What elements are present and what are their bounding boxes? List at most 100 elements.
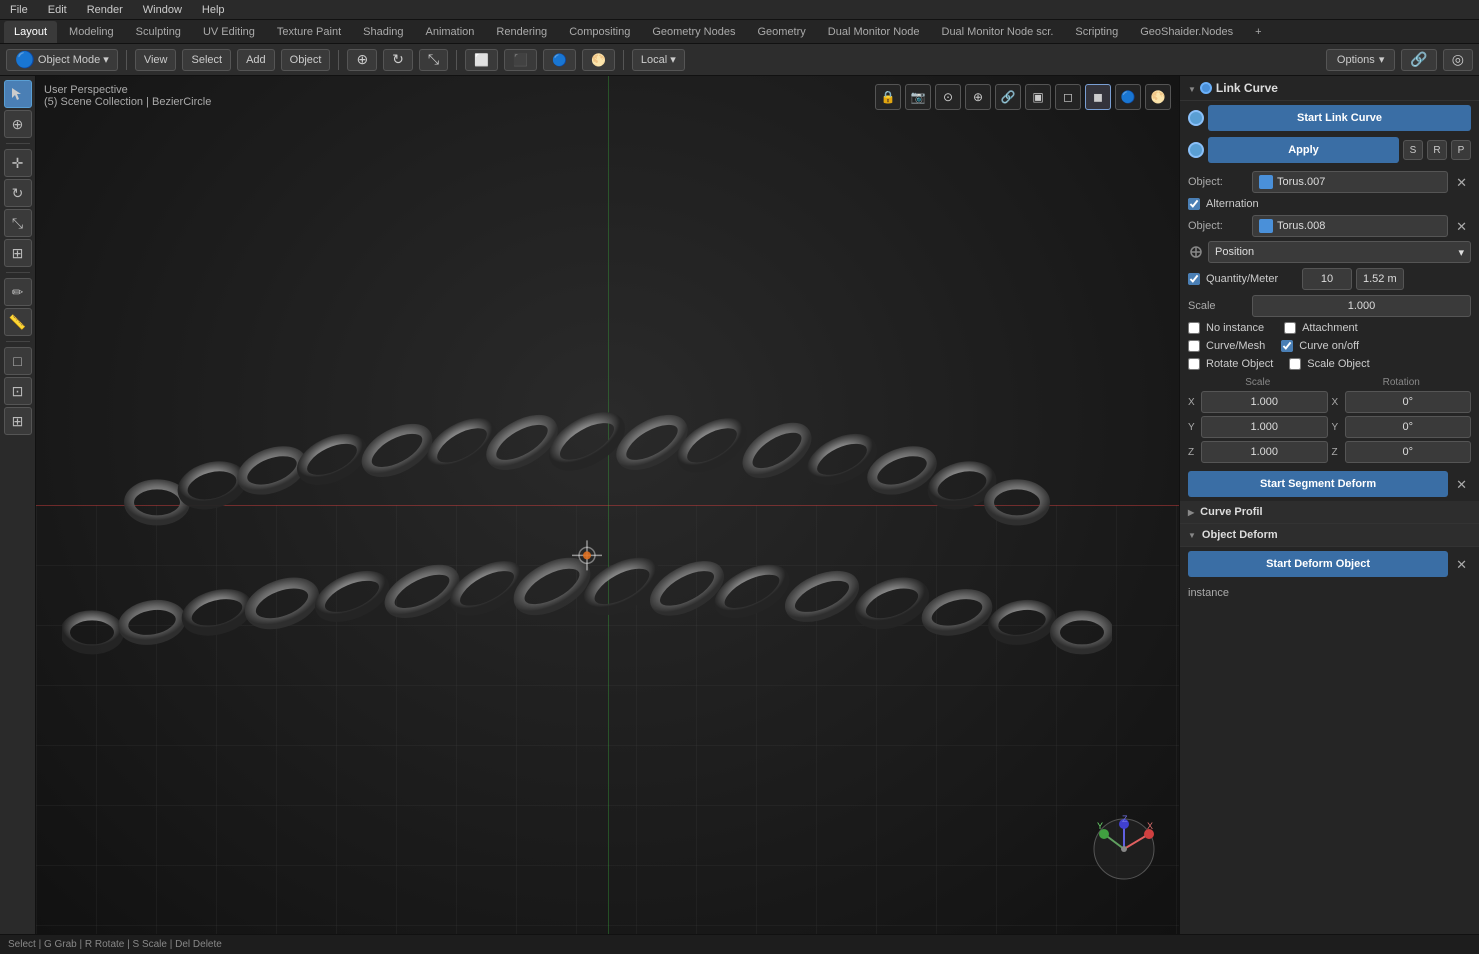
object-menu[interactable]: Object bbox=[281, 49, 331, 71]
position-dropdown[interactable]: Position ▾ bbox=[1208, 241, 1471, 263]
measure-tool[interactable]: 📏 bbox=[4, 308, 32, 336]
viewport[interactable]: User Perspective (5) Scene Collection | … bbox=[36, 76, 1179, 934]
tab-dual-monitor-node[interactable]: Dual Monitor Node bbox=[818, 21, 930, 43]
viewport-shading-render[interactable]: 🌕 bbox=[1145, 84, 1171, 110]
rotate-object-checkbox[interactable] bbox=[1188, 358, 1200, 370]
start-segment-deform-close-btn[interactable]: ✕ bbox=[1452, 478, 1471, 491]
s-button[interactable]: S bbox=[1403, 140, 1423, 160]
shading-mat[interactable]: 🔵 bbox=[543, 49, 576, 71]
cursor-tool[interactable]: ⊕ bbox=[4, 110, 32, 138]
shading-solid[interactable]: ⬛ bbox=[504, 49, 537, 71]
object1-field[interactable]: Torus.007 bbox=[1252, 171, 1448, 193]
viewport-overlay-btn[interactable]: ⊙ bbox=[935, 84, 961, 110]
viewport-lock-btn[interactable]: 🔒 bbox=[875, 84, 901, 110]
local-dropdown[interactable]: Local ▾ bbox=[632, 49, 685, 71]
rotation-z-input[interactable]: 0° bbox=[1345, 441, 1472, 463]
proportional-btn[interactable]: ◎ bbox=[1443, 49, 1473, 71]
tab-geometry[interactable]: Geometry bbox=[747, 21, 815, 43]
rotate-btn[interactable]: ↻ bbox=[383, 49, 413, 71]
tab-modeling[interactable]: Modeling bbox=[59, 21, 124, 43]
menu-render[interactable]: Render bbox=[83, 3, 127, 17]
viewport-gizmo-btn[interactable]: ⊕ bbox=[965, 84, 991, 110]
apply-button[interactable]: Apply bbox=[1208, 137, 1399, 163]
snap-btn[interactable]: 🔗 bbox=[1401, 49, 1436, 71]
history-tool[interactable]: ⊞ bbox=[4, 407, 32, 435]
tab-geoshaider-nodes[interactable]: GeoShaider.Nodes bbox=[1130, 21, 1243, 43]
object2-close-btn[interactable]: ✕ bbox=[1452, 220, 1471, 233]
add-quad-tool[interactable]: ⊡ bbox=[4, 377, 32, 405]
viewport-shading-wire[interactable]: ◻ bbox=[1055, 84, 1081, 110]
shading-render[interactable]: 🌕 bbox=[582, 49, 615, 71]
start-link-curve-button[interactable]: Start Link Curve bbox=[1208, 105, 1471, 131]
scale-x-label: X bbox=[1188, 397, 1198, 408]
annotate-tool[interactable]: ✏ bbox=[4, 278, 32, 306]
object-deform-header[interactable]: Object Deform bbox=[1180, 524, 1479, 547]
menu-edit[interactable]: Edit bbox=[44, 3, 71, 17]
add-menu[interactable]: Add bbox=[237, 49, 275, 71]
rotate-tool[interactable]: ↻ bbox=[4, 179, 32, 207]
scale-object-label: Scale Object bbox=[1307, 358, 1369, 370]
select-tool[interactable] bbox=[4, 80, 32, 108]
chain-svg bbox=[62, 307, 1112, 687]
tab-dual-monitor-node-scr[interactable]: Dual Monitor Node scr. bbox=[932, 21, 1064, 43]
options-dropdown-arrow: ▾ bbox=[1379, 53, 1385, 66]
tab-layout[interactable]: Layout bbox=[4, 21, 57, 43]
mode-dropdown[interactable]: 🔵 Object Mode ▾ bbox=[6, 49, 118, 71]
rotation-y-input[interactable]: 0° bbox=[1345, 416, 1472, 438]
meter-input[interactable]: 1.52 m bbox=[1356, 268, 1404, 290]
scale-btn[interactable]: ⤡ bbox=[419, 49, 448, 71]
viewport-overlay-buttons: 🔒 📷 ⊙ ⊕ 🔗 ▣ ◻ ◼ 🔵 🌕 bbox=[875, 84, 1171, 110]
r-button[interactable]: R bbox=[1427, 140, 1447, 160]
options-button[interactable]: Options ▾ bbox=[1326, 49, 1395, 71]
tab-sculpting[interactable]: Sculpting bbox=[126, 21, 191, 43]
menu-file[interactable]: File bbox=[6, 3, 32, 17]
curve-mesh-checkbox[interactable] bbox=[1188, 340, 1200, 352]
tab-shading[interactable]: Shading bbox=[353, 21, 413, 43]
viewport-snap-btn[interactable]: 🔗 bbox=[995, 84, 1021, 110]
select-menu[interactable]: Select bbox=[182, 49, 231, 71]
start-segment-deform-row: Start Segment Deform ✕ bbox=[1180, 467, 1479, 501]
tab-rendering[interactable]: Rendering bbox=[486, 21, 557, 43]
viewport-xray-btn[interactable]: ▣ bbox=[1025, 84, 1051, 110]
move-tool[interactable]: ✛ bbox=[4, 149, 32, 177]
curve-profil-header[interactable]: Curve Profil bbox=[1180, 501, 1479, 524]
viewport-camera-btn[interactable]: 📷 bbox=[905, 84, 931, 110]
attachment-checkbox[interactable] bbox=[1284, 322, 1296, 334]
object1-close-btn[interactable]: ✕ bbox=[1452, 176, 1471, 189]
alternation-checkbox[interactable] bbox=[1188, 198, 1200, 210]
transform-btn[interactable]: ⊕ bbox=[347, 49, 377, 71]
transform-tool[interactable]: ⊞ bbox=[4, 239, 32, 267]
no-instance-checkbox[interactable] bbox=[1188, 322, 1200, 334]
tab-animation[interactable]: Animation bbox=[416, 21, 485, 43]
tab-compositing[interactable]: Compositing bbox=[559, 21, 640, 43]
view-menu[interactable]: View bbox=[135, 49, 177, 71]
quantity-meter-checkbox[interactable] bbox=[1188, 273, 1200, 285]
scale-x-input[interactable]: 1.000 bbox=[1201, 391, 1328, 413]
quantity-input[interactable]: 10 bbox=[1302, 268, 1352, 290]
scale-y-input[interactable]: 1.000 bbox=[1201, 416, 1328, 438]
rotation-x-input[interactable]: 0° bbox=[1345, 391, 1472, 413]
menu-window[interactable]: Window bbox=[139, 3, 186, 17]
viewport-shading-solid[interactable]: ◼ bbox=[1085, 84, 1111, 110]
curve-onoff-label-row: Curve on/off bbox=[1281, 340, 1359, 352]
start-deform-object-close-btn[interactable]: ✕ bbox=[1452, 558, 1471, 571]
menu-help[interactable]: Help bbox=[198, 3, 229, 17]
scale-tool[interactable]: ⤡ bbox=[4, 209, 32, 237]
scale-value[interactable]: 1.000 bbox=[1252, 295, 1471, 317]
add-box-tool[interactable]: □ bbox=[4, 347, 32, 375]
viewport-shading-mat[interactable]: 🔵 bbox=[1115, 84, 1141, 110]
start-deform-object-button[interactable]: Start Deform Object bbox=[1188, 551, 1448, 577]
scale-object-checkbox[interactable] bbox=[1289, 358, 1301, 370]
link-curve-collapse-arrow[interactable] bbox=[1188, 81, 1196, 95]
scale-z-input[interactable]: 1.000 bbox=[1201, 441, 1328, 463]
tab-texture-paint[interactable]: Texture Paint bbox=[267, 21, 351, 43]
tab-scripting[interactable]: Scripting bbox=[1065, 21, 1128, 43]
object2-field[interactable]: Torus.008 bbox=[1252, 215, 1448, 237]
tab-geometry-nodes[interactable]: Geometry Nodes bbox=[642, 21, 745, 43]
tab-add[interactable]: + bbox=[1245, 21, 1271, 43]
shading-wire[interactable]: ⬜ bbox=[465, 49, 498, 71]
start-segment-deform-button[interactable]: Start Segment Deform bbox=[1188, 471, 1448, 497]
tab-uv-editing[interactable]: UV Editing bbox=[193, 21, 265, 43]
p-button[interactable]: P bbox=[1451, 140, 1471, 160]
curve-onoff-checkbox[interactable] bbox=[1281, 340, 1293, 352]
